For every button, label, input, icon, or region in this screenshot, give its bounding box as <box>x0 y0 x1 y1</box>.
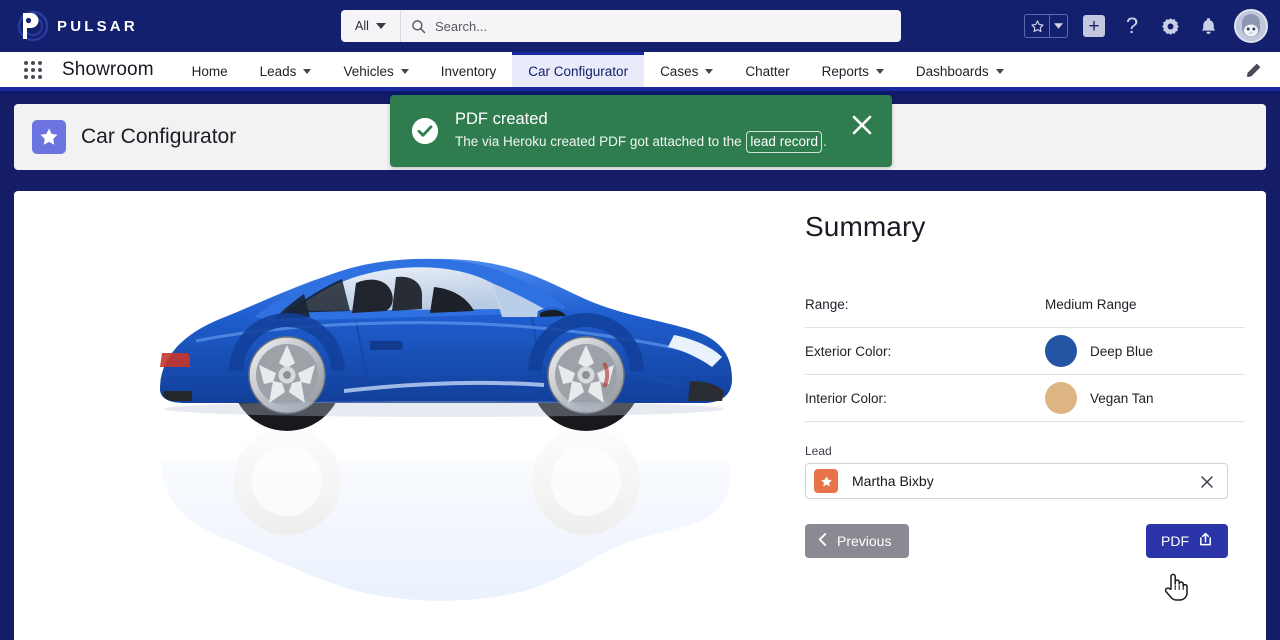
nav-tab-label: Cases <box>660 63 699 79</box>
bell-icon <box>1201 17 1215 34</box>
search-input[interactable]: Search... <box>435 19 487 34</box>
nav-tab-car-configurator[interactable]: Car Configurator <box>512 52 645 87</box>
brand-name: PULSAR <box>57 17 138 35</box>
pulsar-logo-icon <box>14 9 48 43</box>
nav-tab-label: Inventory <box>440 63 497 79</box>
page-title: Car Configurator <box>81 125 237 148</box>
toast-message: The via Heroku created PDF got attached … <box>455 131 827 153</box>
search-icon <box>401 19 435 34</box>
lead-field: Lead Martha Bixby <box>805 444 1245 499</box>
nav-tab-label: Chatter <box>745 63 790 79</box>
toast-lead-record-link[interactable]: lead record <box>746 131 822 153</box>
chevron-down-icon[interactable] <box>1049 15 1067 37</box>
lead-field-label: Lead <box>805 444 832 458</box>
nav-tab-label: Leads <box>259 63 297 79</box>
spec-value-text: Deep Blue <box>1090 343 1154 359</box>
nav-tab-label: Dashboards <box>915 63 989 79</box>
previous-button-label: Previous <box>837 533 892 549</box>
app-navigation-bar: Showroom Home Leads Vehicles Inventory C… <box>0 52 1280 91</box>
spec-row-exterior-color: Exterior Color: Deep Blue <box>805 328 1245 375</box>
lead-star-icon <box>814 469 838 493</box>
nav-tab-dashboards[interactable]: Dashboards <box>900 52 1020 87</box>
header-actions: + ? <box>1024 0 1268 52</box>
toast-notification: PDF created The via Heroku created PDF g… <box>390 95 892 167</box>
gear-icon <box>1161 17 1179 35</box>
toast-body: PDF created The via Heroku created PDF g… <box>455 109 827 153</box>
new-item-button[interactable]: + <box>1082 14 1106 38</box>
previous-button[interactable]: Previous <box>805 524 910 558</box>
nav-tab-label: Home <box>191 63 228 79</box>
spec-row-interior-color: Interior Color: Vegan Tan <box>805 375 1245 422</box>
spec-label: Interior Color: <box>805 390 887 406</box>
chevron-down-icon[interactable] <box>995 68 1004 74</box>
search-scope-label: All <box>355 19 369 33</box>
nav-tab-leads[interactable]: Leads <box>244 52 328 87</box>
app-name[interactable]: Showroom <box>62 59 154 81</box>
car-preview-image <box>134 213 774 613</box>
check-circle-icon <box>412 118 438 144</box>
pdf-button[interactable]: PDF <box>1146 524 1228 558</box>
avatar[interactable] <box>1234 9 1268 43</box>
global-header: PULSAR All Search... + ? <box>0 0 1280 52</box>
chevron-down-icon[interactable] <box>705 68 714 74</box>
spec-label: Exterior Color: <box>805 343 892 359</box>
search-scope-selector[interactable]: All <box>341 10 401 42</box>
star-icon[interactable] <box>1025 15 1049 37</box>
star-badge-icon <box>32 120 66 154</box>
nav-tab-cases[interactable]: Cases <box>644 52 729 87</box>
nav-tab-label: Reports <box>821 63 869 79</box>
nav-tab-label: Car Configurator <box>528 63 629 79</box>
nav-tab-reports[interactable]: Reports <box>806 52 900 87</box>
toast-message-prefix: The via Heroku created PDF got attached … <box>455 134 746 149</box>
summary-panel: Summary Range: Medium Range Exterior Col… <box>805 211 1245 558</box>
spec-value-text: Medium Range <box>1045 296 1137 312</box>
brand-logo[interactable]: PULSAR <box>14 9 138 43</box>
spec-value-text: Vegan Tan <box>1090 390 1154 406</box>
help-button[interactable]: ? <box>1120 14 1144 38</box>
spec-value: Vegan Tan <box>1045 382 1154 414</box>
spec-value: Deep Blue <box>1045 335 1153 367</box>
spec-list: Range: Medium Range Exterior Color: Deep… <box>805 281 1245 422</box>
chevron-down-icon <box>375 23 386 29</box>
chevron-left-icon <box>817 533 828 549</box>
interior-color-swatch <box>1045 382 1077 414</box>
nav-tab-home[interactable]: Home <box>176 52 244 87</box>
app-launcher-waffle-icon[interactable] <box>21 58 45 82</box>
notifications-button[interactable] <box>1196 14 1220 38</box>
nav-tab-list: Home Leads Vehicles Inventory Car Config… <box>176 52 1020 87</box>
spec-row-range: Range: Medium Range <box>805 281 1245 328</box>
exterior-color-swatch <box>1045 335 1077 367</box>
nav-tab-inventory[interactable]: Inventory <box>425 52 513 87</box>
nav-tab-vehicles[interactable]: Vehicles <box>327 52 424 87</box>
pdf-button-label: PDF <box>1161 533 1189 549</box>
nav-tab-chatter[interactable]: Chatter <box>729 52 805 87</box>
spec-value: Medium Range <box>1045 297 1137 312</box>
plus-icon: + <box>1083 15 1105 37</box>
toast-message-suffix: . <box>822 134 827 149</box>
close-icon[interactable] <box>850 113 874 137</box>
lead-name: Martha Bixby <box>852 473 934 489</box>
toast-title: PDF created <box>455 110 548 128</box>
spec-label: Range: <box>805 296 849 312</box>
pencil-icon[interactable] <box>1242 60 1264 82</box>
chevron-down-icon[interactable] <box>303 68 312 74</box>
global-search[interactable]: All Search... <box>341 10 901 42</box>
configurator-card: Summary Range: Medium Range Exterior Col… <box>14 191 1266 640</box>
nav-tab-label: Vehicles <box>343 63 394 79</box>
favorites-group[interactable] <box>1024 14 1068 38</box>
page-frame: Car Configurator PDF created The via Her… <box>0 95 1280 640</box>
wizard-button-row: Previous PDF <box>805 524 1228 558</box>
chevron-down-icon[interactable] <box>875 68 884 74</box>
summary-title: Summary <box>805 211 926 242</box>
share-export-icon <box>1198 532 1213 550</box>
close-icon[interactable] <box>1197 472 1217 492</box>
chevron-down-icon[interactable] <box>400 68 409 74</box>
setup-button[interactable] <box>1158 14 1182 38</box>
lead-selected-pill[interactable]: Martha Bixby <box>805 463 1228 499</box>
question-mark-icon: ? <box>1125 13 1139 38</box>
